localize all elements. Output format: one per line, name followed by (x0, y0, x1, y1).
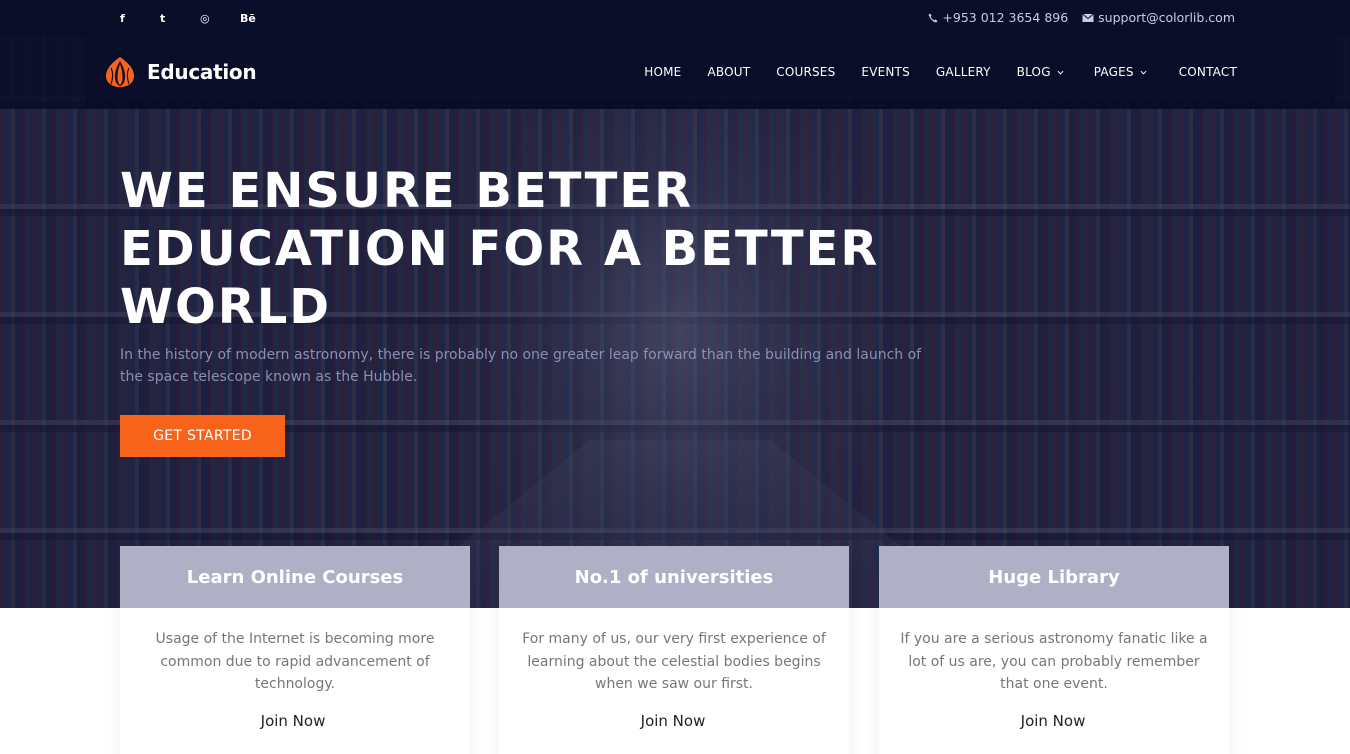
hero-title-line: EDUCATION FOR A BETTER (120, 221, 880, 277)
join-now-link[interactable]: Join Now (498, 712, 848, 730)
nav-label: GALLERY (935, 65, 991, 79)
envelope-icon (1082, 13, 1094, 22)
flame-logo-icon (106, 57, 134, 87)
chevron-down-icon (1057, 70, 1064, 75)
phone-contact[interactable]: +953 012 3654 896 (928, 10, 1068, 25)
dribbble-icon[interactable]: ◎ (198, 10, 238, 26)
join-now-link[interactable]: Join Now (118, 712, 468, 730)
top-bar: f t ◎ Bē +953 012 3654 896 support@color… (0, 0, 1350, 36)
phone-icon (928, 13, 938, 22)
feature-card-header: Huge Library (879, 546, 1229, 608)
nav-about[interactable]: ABOUT (707, 65, 750, 79)
nav-label: HOME (644, 65, 682, 79)
nav-events[interactable]: EVENTS (861, 65, 910, 79)
main-header: Education HOME ABOUT COURSES EVENTS GALL… (85, 36, 1335, 109)
nav-gallery[interactable]: GALLERY (936, 65, 991, 79)
nav-home[interactable]: HOME (644, 65, 681, 79)
feature-card-text: For many of us, our very first experienc… (522, 631, 826, 692)
feature-card-text: Usage of the Internet is becoming more c… (155, 631, 435, 692)
email-address: support@colorlib.com (1098, 10, 1235, 25)
feature-card-header: Learn Online Courses (120, 546, 470, 608)
nav-label: BLOG (1016, 65, 1051, 79)
contact-info: +953 012 3654 896 support@colorlib.com (928, 10, 1235, 25)
nav-pages[interactable]: PAGES (1094, 65, 1147, 79)
nav-label: ABOUT (707, 65, 751, 79)
social-links: f t ◎ Bē (118, 10, 278, 26)
hero-title-line: WE ENSURE BETTER (120, 163, 694, 219)
header-right-band (1335, 36, 1350, 109)
nav-label: PAGES (1093, 65, 1134, 79)
hero-description: In the history of modern astronomy, ther… (120, 347, 922, 385)
chevron-down-icon (1140, 70, 1147, 75)
feature-card-title: No.1 of universities (574, 566, 774, 588)
hero-title-line: WORLD (120, 279, 332, 335)
header-left-band (0, 36, 85, 109)
phone-number: +953 012 3654 896 (942, 10, 1069, 25)
email-contact[interactable]: support@colorlib.com (1082, 10, 1235, 25)
nav-contact[interactable]: CONTACT (1179, 65, 1237, 79)
twitter-icon[interactable]: t (158, 10, 198, 26)
get-started-button[interactable]: GET STARTED (120, 415, 285, 457)
nav-label: COURSES (776, 65, 836, 79)
behance-icon[interactable]: Bē (238, 10, 278, 26)
page: f t ◎ Bē +953 012 3654 896 support@color… (0, 0, 1350, 754)
nav-label: EVENTS (861, 65, 910, 79)
hero-title: WE ENSURE BETTER EDUCATION FOR A BETTER … (120, 162, 920, 336)
feature-card-header: No.1 of universities (499, 546, 849, 608)
main-nav: HOME ABOUT COURSES EVENTS GALLERY BLOG P… (644, 65, 1237, 79)
nav-courses[interactable]: COURSES (776, 65, 835, 79)
logo[interactable]: Education (105, 56, 257, 88)
feature-card-title: Huge Library (988, 566, 1120, 588)
facebook-icon[interactable]: f (118, 10, 158, 26)
nav-label: CONTACT (1178, 65, 1237, 79)
feature-card-title: Learn Online Courses (186, 566, 404, 588)
nav-blog[interactable]: BLOG (1017, 65, 1064, 79)
logo-text: Education (147, 60, 257, 84)
feature-card-text: If you are a serious astronomy fanatic l… (900, 631, 1208, 692)
join-now-link[interactable]: Join Now (878, 712, 1228, 730)
